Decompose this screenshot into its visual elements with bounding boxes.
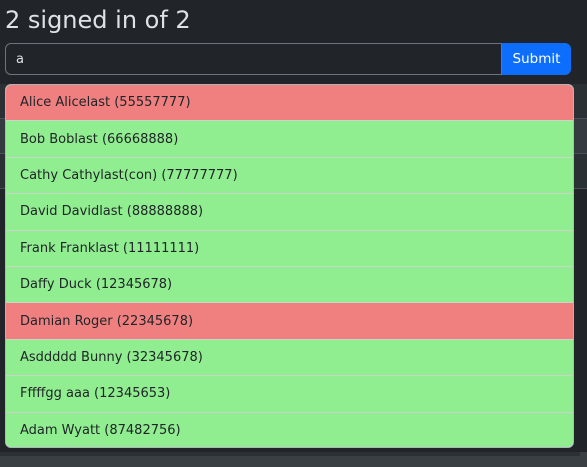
suggestion-item[interactable]: Adam Wyatt (87482756) — [6, 412, 573, 447]
suggestion-item[interactable]: Asddddd Bunny (32345678) — [6, 339, 573, 377]
scrollbar-track — [0, 452, 580, 456]
page: 2 signed in of 2 Submit Alice Alicelast … — [0, 0, 587, 467]
search-form: Submit — [5, 43, 571, 75]
suggestion-item[interactable]: Fffffgg aaa (12345653) — [6, 376, 573, 413]
suggestion-item[interactable]: Daffy Duck (12345678) — [6, 266, 573, 304]
suggestion-item[interactable]: Damian Roger (22345678) — [6, 303, 573, 340]
signed-in-count: 2 signed in of 2 — [5, 6, 191, 34]
autocomplete-dropdown: Alice Alicelast (55557777) Bob Boblast (6… — [5, 84, 574, 448]
bottom-scrollbar[interactable] — [0, 452, 587, 467]
suggestion-item[interactable]: Cathy Cathylast(con) (77777777) — [6, 157, 573, 195]
submit-button[interactable]: Submit — [502, 43, 571, 75]
suggestion-item[interactable]: Bob Boblast (66668888) — [6, 121, 573, 158]
suggestion-item[interactable]: Alice Alicelast (55557777) — [6, 85, 573, 122]
suggestion-item[interactable]: David Davidlast (88888888) — [6, 194, 573, 231]
search-input[interactable] — [5, 43, 502, 75]
suggestion-item[interactable]: Frank Franklast (11111111) — [6, 230, 573, 267]
